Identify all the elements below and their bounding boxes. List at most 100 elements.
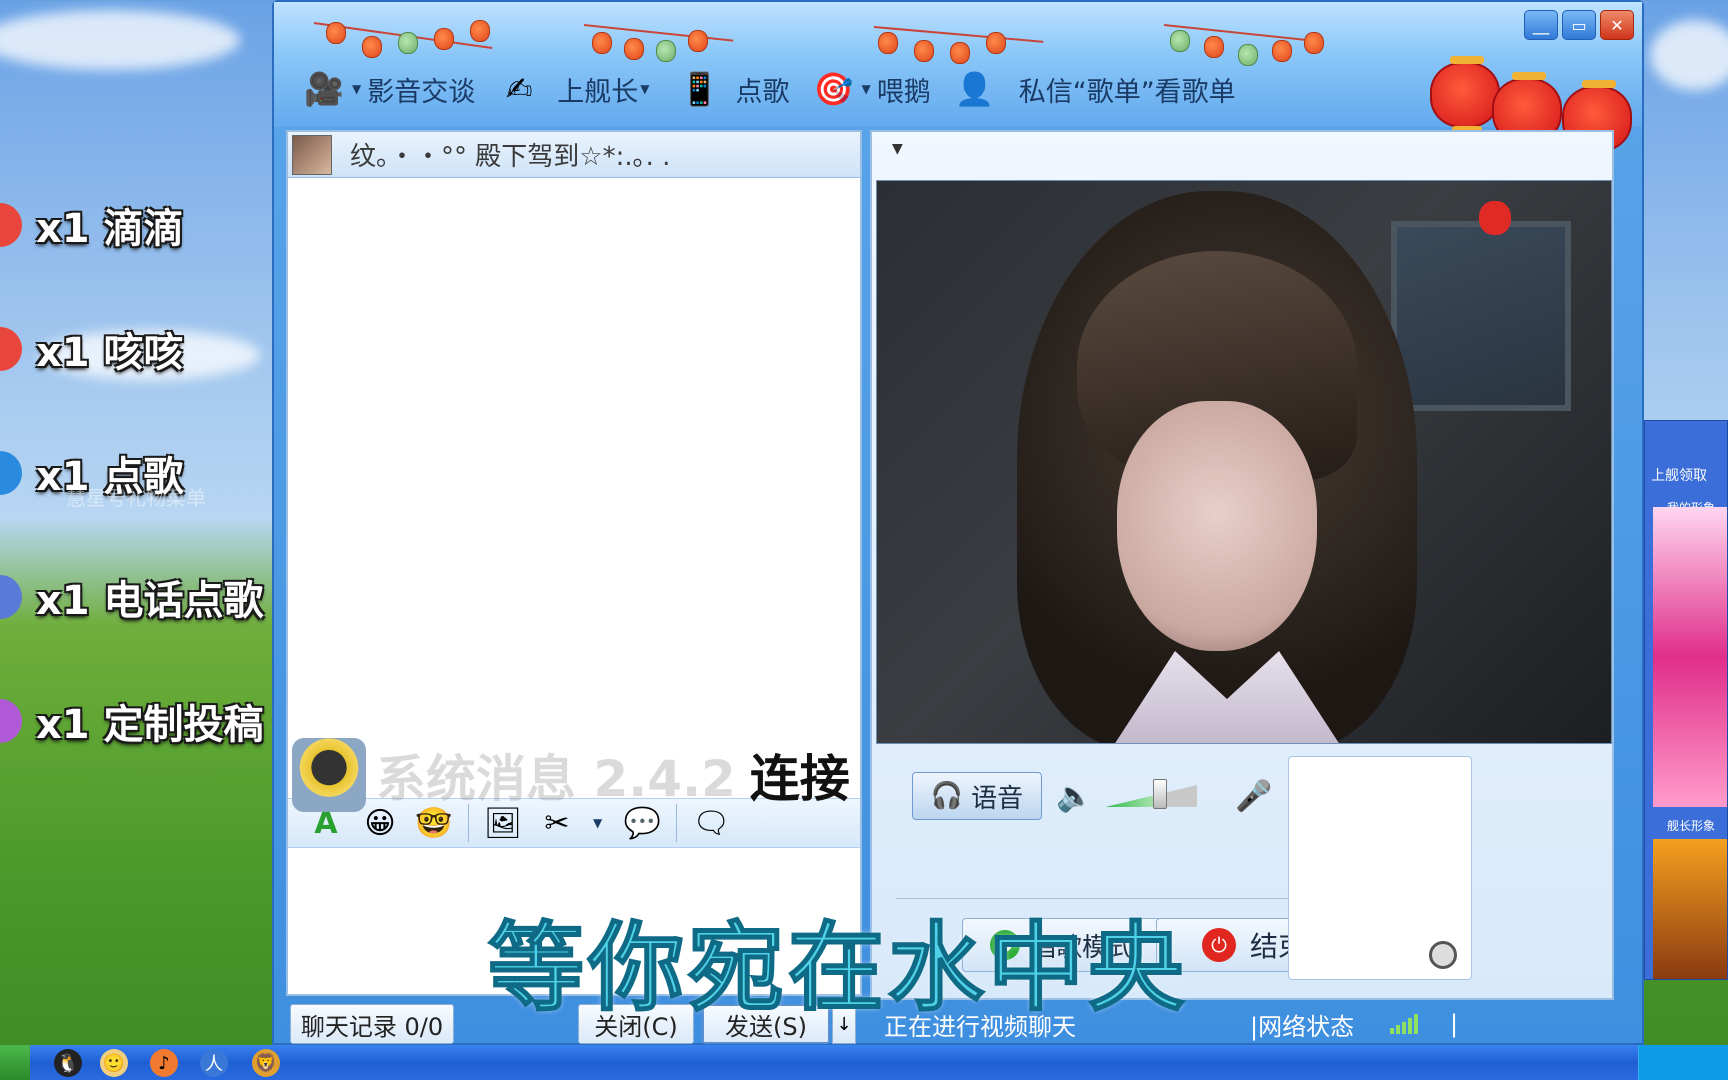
- video-lantern-decoration: [1479, 201, 1511, 235]
- taskbar: 🐧 🙂 ♪ 人 🦁: [0, 1045, 1728, 1080]
- local-video-preview[interactable]: [1288, 756, 1472, 980]
- big-lantern-icon: [1430, 56, 1500, 136]
- voice-button[interactable]: 🎧 语音: [912, 772, 1042, 820]
- voice-label: 语音: [971, 783, 1024, 814]
- signal-bar: [1408, 1018, 1412, 1034]
- captain-tool[interactable]: ✍ 上舰长 ▼: [493, 63, 655, 115]
- background-window[interactable]: 上舰领取 我的形象 舰长形象: [1644, 420, 1728, 980]
- gift-label: x1 定制投稿: [36, 702, 264, 748]
- window-controls: ＿ ▭ ✕: [1524, 10, 1634, 40]
- qq-chat-window: ＿ ▭ ✕ 🎥 ▼ 影音交谈 ✍ 上舰长 ▼ 📱 点歌 🎯 ▼ 喂鹅 👤 私信“…: [272, 0, 1644, 1045]
- video-call-tool[interactable]: 🎥 ▼ 影音交谈: [298, 63, 475, 115]
- game-icon[interactable]: 🦁: [252, 1049, 280, 1077]
- video-call-icon: 🎥: [304, 70, 344, 108]
- lantern-icon: [878, 32, 898, 54]
- desktop-cloud: [1650, 20, 1728, 90]
- power-icon: ⏻: [1201, 928, 1236, 962]
- gift-item-phone-song: x1 电话点歌: [0, 562, 275, 632]
- camera-icon[interactable]: [1429, 941, 1457, 969]
- chat-panel: 纹。・・°° 殿下驾到☆*:.｡. . 系统消息 2.4.2 连接 A 😀 🤓 …: [286, 130, 862, 996]
- gift-label: x1 电话点歌: [36, 578, 264, 624]
- lantern-icon: [624, 38, 644, 60]
- captain-label: 上舰长: [557, 76, 639, 108]
- feed-goose-icon: 🎯: [813, 70, 854, 108]
- system-message-faded: 系统消息 2.4.2: [376, 750, 736, 808]
- gift-label: x1 滴滴: [36, 206, 184, 252]
- qq-icon[interactable]: 🐧: [54, 1049, 82, 1077]
- lantern-icon: [1170, 30, 1190, 52]
- system-message-text: 连接: [749, 750, 850, 808]
- gift-item-custom-post: x1 定制投稿: [0, 686, 275, 756]
- chevron-down-icon[interactable]: ▼: [861, 82, 870, 96]
- video-panel: ▼ 🎧 语音 🔈 🎤 唱歌模式 ⏻ 结束: [870, 130, 1614, 1000]
- chevron-down-icon[interactable]: ▼: [640, 82, 649, 96]
- lantern-icon: [434, 28, 454, 50]
- captain-icon: ✍: [505, 70, 533, 108]
- renren-icon[interactable]: 人: [200, 1049, 228, 1077]
- volume-track: [1105, 785, 1198, 807]
- video-background-window: [1391, 221, 1571, 411]
- avatar-icon[interactable]: 🙂: [100, 1049, 128, 1077]
- minimize-button[interactable]: ＿: [1524, 10, 1558, 40]
- gift-badge-icon: [0, 327, 22, 371]
- lantern-icon: [688, 30, 708, 52]
- video-person-face: [1117, 401, 1317, 651]
- song-request-icon: 📱: [679, 70, 720, 108]
- network-signal-icon: [1390, 1014, 1418, 1034]
- close-window-button[interactable]: ✕: [1600, 10, 1634, 40]
- speaker-volume-slider[interactable]: [1105, 779, 1198, 809]
- microphone-icon[interactable]: 🎤: [1235, 779, 1272, 814]
- lantern-string: [873, 26, 1044, 43]
- network-status-label: |网络状态: [1250, 1012, 1355, 1041]
- bg-window-title: 上舰领取: [1651, 468, 1707, 484]
- playlist-hint: 私信“歌单”看歌单: [1018, 76, 1236, 108]
- bg-window-sub2: 舰长形象: [1667, 819, 1716, 833]
- lantern-icon: [1304, 32, 1324, 54]
- remote-video-feed[interactable]: [876, 180, 1612, 744]
- qq-music-icon[interactable]: ♪: [150, 1049, 178, 1077]
- system-tray[interactable]: [1638, 1045, 1728, 1080]
- lantern-icon: [914, 40, 934, 62]
- lantern-icon: [470, 20, 490, 42]
- volume-thumb[interactable]: [1153, 779, 1168, 809]
- chevron-down-icon[interactable]: ▼: [352, 82, 361, 96]
- private-message-tool[interactable]: 👤: [949, 63, 1001, 115]
- main-toolbar: 🎥 ▼ 影音交谈 ✍ 上舰长 ▼ 📱 点歌 🎯 ▼ 喂鹅 👤 私信“歌单”看歌单: [298, 60, 1236, 118]
- gift-badge-icon: [0, 203, 22, 247]
- desktop-cloud: [0, 10, 240, 70]
- lantern-icon: [1204, 36, 1224, 58]
- start-button[interactable]: [0, 1045, 30, 1080]
- lantern-icon: [656, 40, 676, 62]
- lantern-icon: [592, 32, 612, 54]
- speaker-icon[interactable]: 🔈: [1056, 779, 1093, 814]
- gift-badge-icon: [0, 575, 22, 619]
- lantern-icon: [986, 32, 1006, 54]
- status-separator: |: [1450, 1010, 1459, 1038]
- lantern-icon: [1272, 40, 1292, 62]
- lantern-icon: [398, 32, 418, 54]
- message-area[interactable]: 系统消息 2.4.2 连接: [288, 178, 860, 812]
- chat-history-button[interactable]: 聊天记录 0/0: [290, 1004, 454, 1044]
- gift-badge-icon: [0, 451, 22, 495]
- signal-bar: [1396, 1025, 1400, 1034]
- chat-header: 纹。・・°° 殿下驾到☆*:.｡. .: [288, 132, 860, 178]
- song-request-tool[interactable]: 📱 点歌: [673, 63, 790, 115]
- avatar-image: [1653, 507, 1727, 807]
- background-image: [1653, 839, 1727, 979]
- title-bar[interactable]: ＿ ▭ ✕ 🎥 ▼ 影音交谈 ✍ 上舰长 ▼ 📱 点歌 🎯 ▼ 喂鹅 👤 私信“…: [274, 2, 1642, 160]
- headset-icon: 🎧: [930, 781, 964, 811]
- private-message-icon: 👤: [954, 70, 995, 108]
- avatar[interactable]: [292, 134, 332, 175]
- lantern-icon: [326, 22, 346, 44]
- chevron-down-icon[interactable]: ▼: [593, 816, 602, 830]
- video-call-label: 影音交谈: [367, 76, 476, 108]
- signal-bar: [1390, 1028, 1394, 1034]
- video-options-dropdown[interactable]: ▼: [872, 132, 1612, 166]
- song-request-label: 点歌: [735, 76, 790, 108]
- system-message: 系统消息 2.4.2 连接: [292, 738, 850, 812]
- restore-button[interactable]: ▭: [1562, 10, 1596, 40]
- feed-goose-label: 喂鹅: [876, 76, 931, 108]
- overlay-watermark: 慧星号礼物菜单: [66, 486, 206, 510]
- feed-goose-tool[interactable]: 🎯 ▼ 喂鹅: [807, 63, 931, 115]
- contact-name: 纹。・・°° 殿下驾到☆*:.｡. .: [350, 142, 671, 172]
